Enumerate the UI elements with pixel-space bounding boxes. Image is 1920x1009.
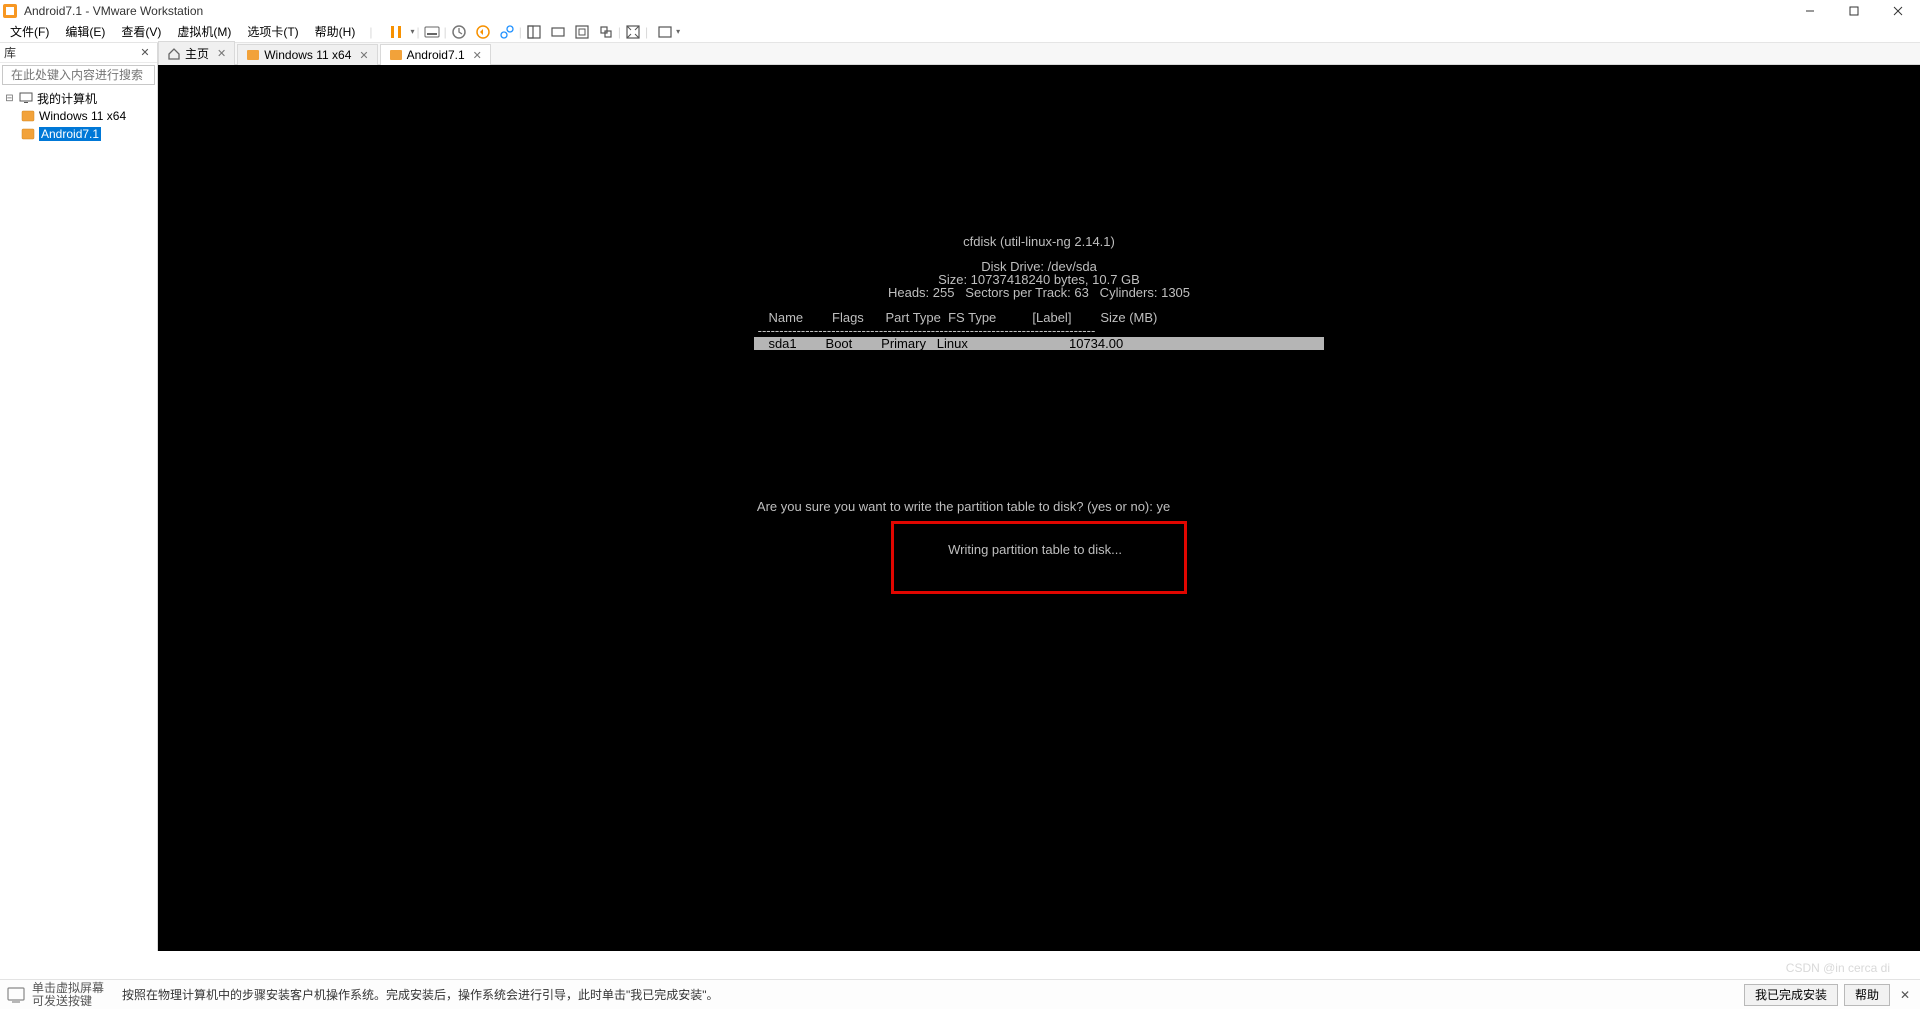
menu-edit[interactable]: 编辑(E): [57, 20, 113, 43]
close-button[interactable]: [1876, 0, 1920, 21]
menu-help[interactable]: 帮助(H): [307, 20, 364, 43]
snapshot-revert-button[interactable]: [471, 20, 495, 44]
library-search[interactable]: ▼: [2, 65, 155, 85]
view-mode-dropdown[interactable]: [648, 20, 682, 44]
install-bar-close-button[interactable]: ✕: [1896, 986, 1914, 1004]
install-bar: 单击虚拟屏幕 可发送按键 按照在物理计算机中的步骤安装客户机操作系统。完成安装后…: [0, 979, 1920, 1009]
install-done-button[interactable]: 我已完成安装: [1744, 984, 1838, 1006]
tab-android71[interactable]: Android7.1 ✕: [380, 44, 491, 65]
library-tree: ⊟ 我的计算机 Windows 11 x64 Android7.1: [0, 87, 157, 951]
tree-item-android71[interactable]: Android7.1: [2, 125, 155, 143]
tab-close-button[interactable]: ✕: [359, 49, 368, 62]
menu-view[interactable]: 查看(V): [113, 20, 169, 43]
install-hint: 单击虚拟屏幕 可发送按键: [32, 982, 112, 1008]
menu-tabs[interactable]: 选项卡(T): [239, 20, 306, 43]
tree-item-label: Windows 11 x64: [39, 109, 126, 123]
title-bar: Android7.1 - VMware Workstation: [0, 0, 1920, 21]
term-status-text: Writing partition table to disk...: [948, 542, 1122, 557]
view-fit-guest-button[interactable]: [546, 20, 570, 44]
tree-root-label: 我的计算机: [37, 90, 97, 107]
tree-item-label: Android7.1: [39, 127, 101, 141]
library-header: 库: [4, 44, 16, 61]
term-geom: Heads: 255 Sectors per Track: 63 Cylinde…: [888, 286, 1190, 299]
snapshot-take-button[interactable]: [447, 20, 471, 44]
tab-close-button[interactable]: ✕: [473, 49, 482, 62]
library-close-button[interactable]: ✕: [137, 46, 153, 59]
vm-icon: [389, 48, 403, 62]
view-fit-button[interactable]: [522, 20, 546, 44]
vm-icon: [20, 110, 36, 122]
maximize-button[interactable]: [1832, 0, 1876, 21]
menu-vm[interactable]: 虚拟机(M): [169, 20, 239, 43]
term-confirm-prompt: Are you sure you want to write the parti…: [754, 500, 1324, 513]
menu-file[interactable]: 文件(F): [2, 20, 57, 43]
tab-home[interactable]: 主页 ✕: [158, 41, 235, 65]
tree-root-my-computer[interactable]: ⊟ 我的计算机: [2, 89, 155, 107]
hint-icon: [6, 985, 26, 1005]
menu-bar: 文件(F) 编辑(E) 查看(V) 虚拟机(M) 选项卡(T) 帮助(H) | …: [0, 21, 1920, 43]
vm-tab-bar: 主页 ✕ Windows 11 x64 ✕ Android7.1 ✕: [158, 43, 1920, 65]
vm-console[interactable]: cfdisk (util-linux-ng 2.14.1) Disk Drive…: [158, 65, 1920, 951]
tree-toggle-icon[interactable]: ⊟: [4, 93, 15, 104]
app-icon: [2, 3, 18, 19]
tab-close-button[interactable]: ✕: [217, 47, 226, 60]
view-unity-button[interactable]: [594, 20, 618, 44]
install-help-button[interactable]: 帮助: [1844, 984, 1890, 1006]
install-message: 按照在物理计算机中的步骤安装客户机操作系统。完成安装后，操作系统会进行引导，此时…: [122, 986, 719, 1003]
computer-icon: [18, 92, 34, 104]
vm-icon: [246, 48, 260, 62]
term-partition-row: sda1 Boot Primary Linux 10734.00: [754, 337, 1324, 350]
send-ctrl-alt-del-button[interactable]: [420, 20, 444, 44]
tab-label: Android7.1: [407, 48, 465, 62]
search-input[interactable]: [11, 68, 166, 82]
tab-label: Windows 11 x64: [264, 48, 351, 62]
window-title: Android7.1 - VMware Workstation: [24, 4, 203, 18]
window-controls: [1788, 0, 1920, 21]
library-panel: 库 ✕ ▼ ⊟ 我的计算机 Windows 11 x64 Android7.1: [0, 43, 158, 951]
term-status-box: Writing partition table to disk...: [891, 521, 1187, 594]
watermark-text: CSDN @in cerca di: [1786, 961, 1890, 975]
home-icon: [167, 47, 181, 61]
tree-item-windows11[interactable]: Windows 11 x64: [2, 107, 155, 125]
term-title: cfdisk (util-linux-ng 2.14.1): [963, 235, 1115, 248]
view-stretch-button[interactable]: [570, 20, 594, 44]
snapshot-manager-button[interactable]: [495, 20, 519, 44]
fullscreen-button[interactable]: [621, 20, 645, 44]
vm-icon: [20, 128, 36, 140]
suspend-button[interactable]: [376, 20, 416, 44]
minimize-button[interactable]: [1788, 0, 1832, 21]
tab-label: 主页: [185, 45, 209, 62]
tab-windows11[interactable]: Windows 11 x64 ✕: [237, 44, 377, 65]
